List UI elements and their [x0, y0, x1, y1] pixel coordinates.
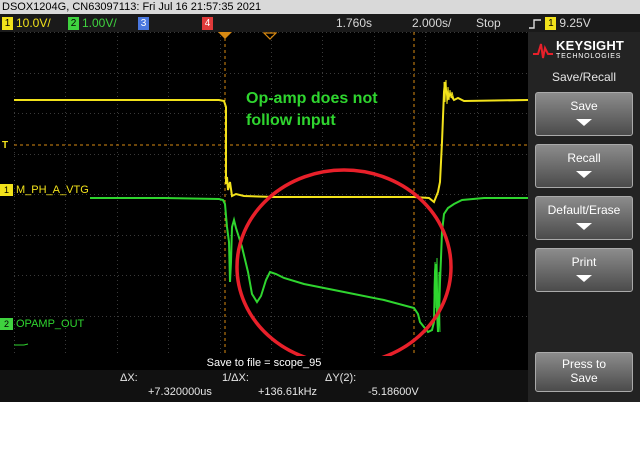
delay-readout[interactable]: 1.760s: [336, 14, 372, 32]
delta-x-value: +7.320000us: [148, 386, 212, 398]
timebase-readout[interactable]: 2.000s/: [412, 14, 451, 32]
save-status-message: Save to file = scope_95: [0, 356, 528, 370]
delta-x-label: ΔX:: [120, 372, 138, 384]
rising-edge-icon: [529, 19, 541, 29]
brand-logo: KEYSIGHT TECHNOLOGIES: [532, 36, 638, 66]
default-erase-button-label: Default/Erase: [547, 203, 621, 217]
chevron-down-icon: [576, 119, 592, 126]
print-button[interactable]: Print: [535, 248, 633, 292]
ch2-ground-marker[interactable]: 2: [0, 318, 13, 330]
annotation-line-2: follow input: [246, 112, 336, 129]
oscilloscope-screen: DSOX1204G, CN63097113: Fri Jul 16 21:57:…: [0, 0, 640, 402]
ch2-badge: 2: [68, 17, 79, 31]
cursor-x1-marker[interactable]: [218, 32, 232, 40]
waveform-area[interactable]: Op-amp does not follow input M_PH_A_VTG …: [14, 32, 528, 356]
brand-name: KEYSIGHT: [556, 38, 625, 53]
ch4-readout[interactable]: 4: [202, 14, 216, 32]
ch2-scale-readout[interactable]: 2 1.00V/: [68, 14, 117, 32]
window-title: DSOX1204G, CN63097113: Fri Jul 16 21:57:…: [0, 0, 640, 14]
menu-title: Save/Recall: [551, 70, 617, 84]
ch1-ground-marker[interactable]: 1: [0, 184, 13, 196]
ch1-badge: 1: [2, 17, 13, 31]
ch3-badge: 3: [138, 17, 149, 31]
recall-button[interactable]: Recall: [535, 144, 633, 188]
press-to-save-line-2: Save: [570, 371, 598, 385]
annotation-text: Op-amp does not follow input: [246, 88, 378, 132]
save-button[interactable]: Save: [535, 92, 633, 136]
cursor-readout-bar: ΔX: +7.320000us 1/ΔX: +136.61kHz ΔY(2): …: [0, 370, 528, 402]
press-to-save-button[interactable]: Press to Save: [535, 352, 633, 392]
inverse-delta-x-label: 1/ΔX:: [222, 372, 249, 384]
recall-button-label: Recall: [567, 151, 601, 165]
waveform-graticule: [14, 32, 528, 356]
trigger-level-marker[interactable]: T: [2, 140, 8, 151]
trigger-readout[interactable]: 1 9.25V: [528, 14, 591, 32]
brand-subtitle: TECHNOLOGIES: [556, 53, 622, 60]
run-state[interactable]: Stop: [476, 14, 501, 32]
ch4-badge: 4: [202, 17, 213, 31]
chevron-down-icon: [576, 223, 592, 230]
ch3-readout[interactable]: 3: [138, 14, 152, 32]
press-to-save-line-1: Press to: [561, 357, 606, 371]
ch2-trace-label: OPAMP_OUT: [16, 318, 85, 330]
chevron-down-icon: [576, 171, 592, 178]
inverse-delta-x-value: +136.61kHz: [258, 386, 318, 398]
ch1-scale: 10.0V/: [16, 16, 51, 30]
annotation-line-1: Op-amp does not: [246, 90, 378, 107]
keysight-wave-icon: [533, 43, 553, 59]
print-button-label: Print: [571, 255, 597, 269]
default-erase-button[interactable]: Default/Erase: [535, 196, 633, 240]
chevron-down-icon: [576, 275, 592, 282]
delta-y-label: ΔY(2):: [325, 372, 357, 384]
save-button-label: Save: [570, 99, 598, 113]
trigger-position-marker[interactable]: [263, 32, 277, 40]
trigger-level: 9.25V: [559, 16, 591, 30]
ch1-scale-readout[interactable]: 1 10.0V/: [2, 14, 51, 32]
ch2-scale: 1.00V/: [82, 16, 117, 30]
status-bar: 1 10.0V/ 2 1.00V/ 3 4 1.760s 2.000s/ Stop …: [0, 14, 640, 32]
delta-y-value: -5.18600V: [368, 386, 419, 398]
trigger-channel-badge: 1: [545, 17, 557, 31]
ch1-trace-label: M_PH_A_VTG: [16, 184, 89, 196]
